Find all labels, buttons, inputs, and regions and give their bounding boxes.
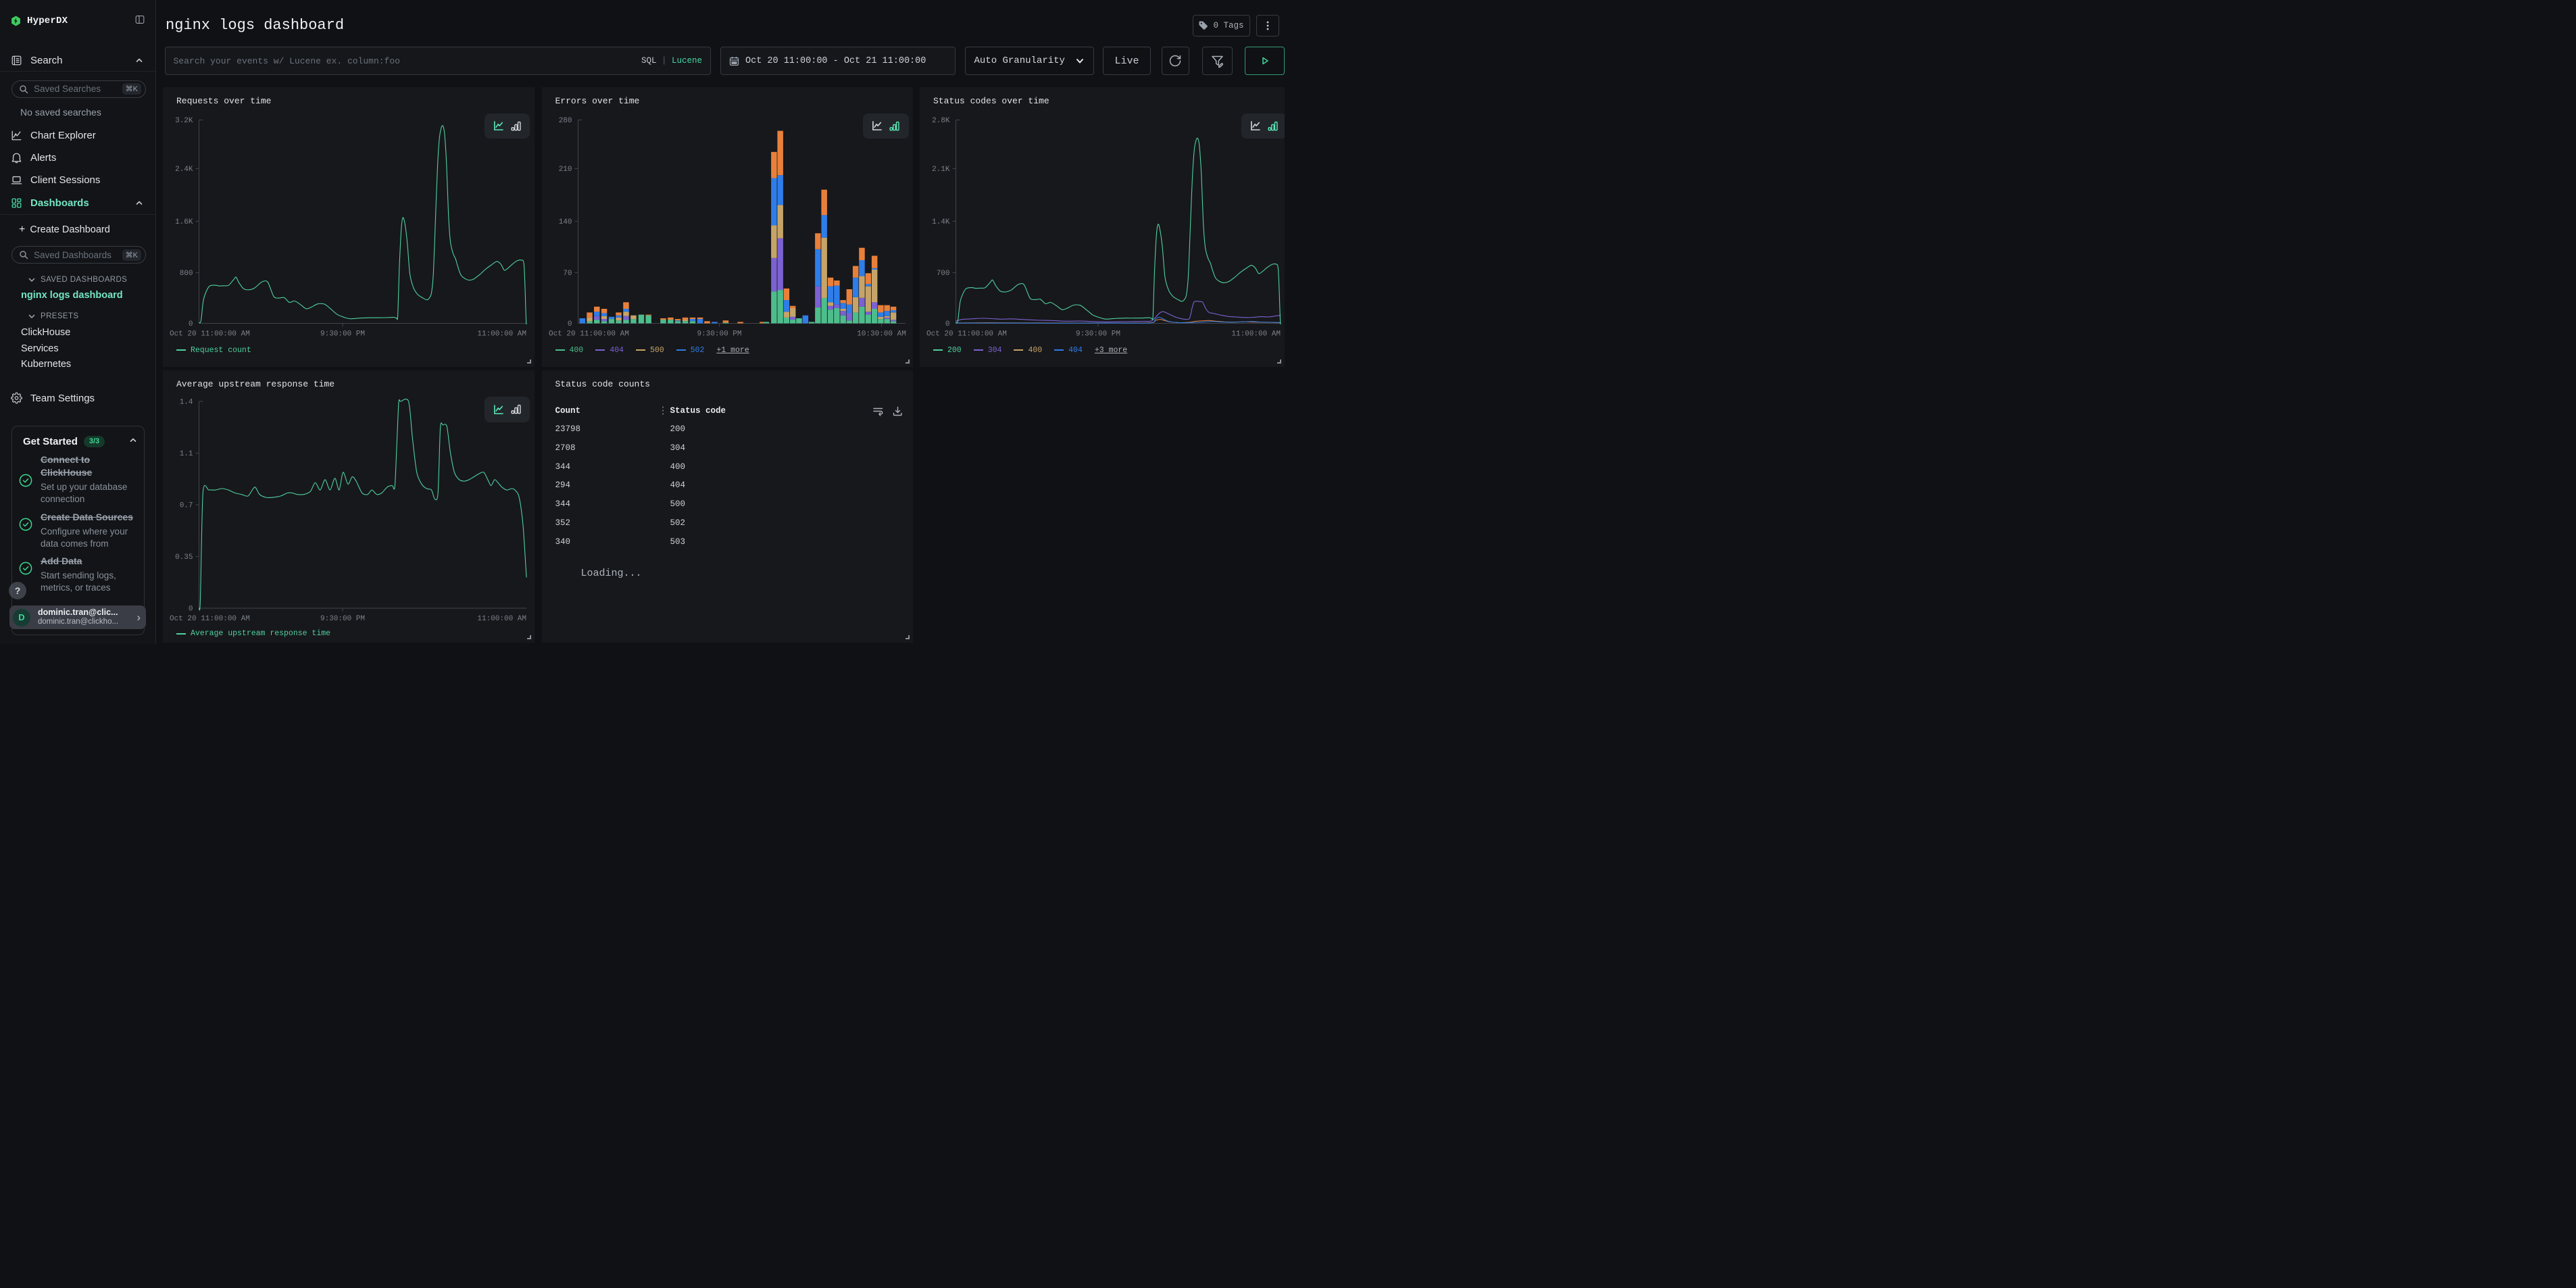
svg-text:2.1K: 2.1K (932, 166, 950, 174)
svg-text:0.35: 0.35 (175, 553, 193, 562)
svg-text:9:30:00 PM: 9:30:00 PM (320, 330, 365, 338)
svg-text:0: 0 (567, 320, 572, 328)
svg-text:800: 800 (180, 270, 193, 278)
svg-text:1.4K: 1.4K (932, 218, 950, 226)
svg-text:70: 70 (563, 270, 572, 278)
svg-text:2.8K: 2.8K (932, 117, 950, 125)
svg-text:Oct 20 11:00:00 AM: Oct 20 11:00:00 AM (170, 615, 250, 623)
svg-text:2.4K: 2.4K (175, 166, 193, 174)
svg-text:10:30:00 AM: 10:30:00 AM (857, 330, 906, 338)
svg-text:140: 140 (558, 218, 572, 226)
svg-text:11:00:00 AM: 11:00:00 AM (477, 615, 526, 623)
svg-text:3.2K: 3.2K (175, 117, 193, 125)
svg-text:1.1: 1.1 (180, 450, 193, 458)
svg-text:9:30:00 PM: 9:30:00 PM (1076, 330, 1120, 338)
svg-text:1.4: 1.4 (180, 399, 193, 407)
svg-text:11:00:00 AM: 11:00:00 AM (477, 330, 526, 338)
svg-text:0.7: 0.7 (180, 502, 193, 510)
svg-text:210: 210 (558, 166, 572, 174)
svg-text:0: 0 (189, 605, 193, 614)
svg-text:0: 0 (189, 320, 193, 328)
svg-text:11:00:00 AM: 11:00:00 AM (1231, 330, 1281, 338)
svg-text:Oct 20 11:00:00 AM: Oct 20 11:00:00 AM (549, 330, 629, 338)
svg-text:280: 280 (558, 117, 572, 125)
svg-text:Oct 20 11:00:00 AM: Oct 20 11:00:00 AM (926, 330, 1007, 338)
svg-text:Oct 20 11:00:00 AM: Oct 20 11:00:00 AM (170, 330, 250, 338)
svg-text:700: 700 (937, 270, 950, 278)
svg-text:9:30:00 PM: 9:30:00 PM (697, 330, 741, 338)
svg-text:0: 0 (945, 320, 950, 328)
svg-text:1.6K: 1.6K (175, 218, 193, 226)
svg-text:9:30:00 PM: 9:30:00 PM (320, 615, 365, 623)
